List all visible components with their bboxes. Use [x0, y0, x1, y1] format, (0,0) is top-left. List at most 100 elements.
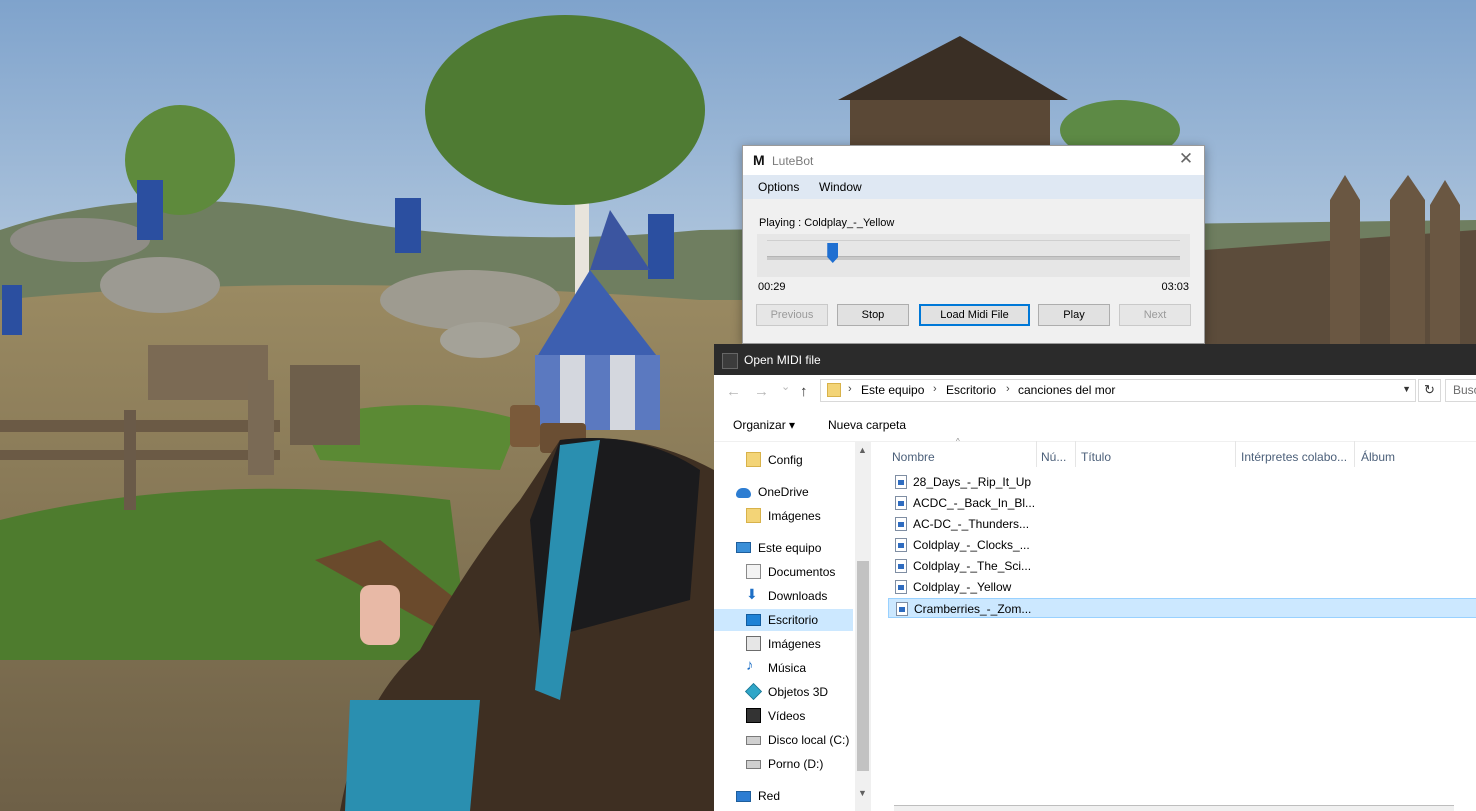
lutebot-titlebar[interactable]: M LuteBot ✕ [743, 146, 1204, 175]
nav-item-label: OneDrive [758, 485, 809, 499]
midi-file-icon [895, 517, 907, 531]
column-title[interactable]: Título [1081, 450, 1111, 464]
dialog-app-icon [722, 353, 738, 369]
nav-item[interactable]: Red [714, 785, 853, 807]
slider-thumb[interactable] [827, 243, 839, 263]
lutebot-title: LuteBot [772, 154, 814, 168]
play-button[interactable]: Play [1038, 304, 1110, 326]
lutebot-menubar: Options Window [743, 175, 1204, 199]
column-number[interactable]: Nú... [1041, 450, 1066, 464]
total-time: 03:03 [1161, 281, 1189, 293]
scroll-up-icon[interactable]: ▲ [858, 445, 867, 455]
open-midi-dialog: Open MIDI file ← → ⌄ ↑ › Este equipo › E… [714, 344, 1476, 811]
nav-item[interactable]: Documentos [714, 561, 853, 583]
forward-arrow-icon[interactable]: → [754, 383, 769, 400]
nav-item[interactable]: Vídeos [714, 705, 853, 727]
breadcrumb-este-equipo[interactable]: Este equipo [861, 383, 924, 397]
file-row[interactable]: Cramberries_-_Zom... [888, 598, 1476, 618]
nav-item[interactable]: Imágenes [714, 633, 853, 655]
nav-item-label: Documentos [768, 565, 836, 579]
nav-item[interactable]: Porno (D:) [714, 753, 853, 775]
drive-icon [746, 760, 761, 769]
desktop-icon [746, 614, 761, 626]
organize-menu[interactable]: Organizar ▾ [733, 418, 795, 432]
nav-item[interactable]: Este equipo [714, 537, 853, 559]
menu-options[interactable]: Options [758, 180, 799, 194]
search-input[interactable]: Busc [1445, 379, 1476, 402]
nav-item-label: Downloads [768, 589, 828, 603]
playback-slider[interactable] [757, 234, 1190, 277]
file-name: Coldplay_-_Yellow [913, 580, 1012, 594]
scroll-down-icon[interactable]: ▼ [858, 788, 867, 798]
recent-locations-icon[interactable]: ⌄ [781, 380, 790, 393]
nav-item[interactable]: ♪ Música [714, 657, 853, 679]
file-name: 28_Days_-_Rip_It_Up [913, 475, 1032, 489]
nav-item[interactable]: OneDrive [714, 481, 853, 503]
file-name: Cramberries_-_Zom... [914, 602, 1032, 616]
nav-item-label: Disco local (C:) [768, 733, 850, 747]
column-divider[interactable] [1036, 441, 1037, 467]
now-playing-label: Playing : Coldplay_-_Yellow [759, 217, 895, 229]
load-midi-button[interactable]: Load Midi File [919, 304, 1030, 326]
menu-window[interactable]: Window [819, 180, 862, 194]
nav-item-label: Música [768, 661, 807, 675]
nav-item[interactable]: Escritorio [714, 609, 853, 631]
up-arrow-icon[interactable]: ↑ [800, 383, 808, 400]
nav-item[interactable]: Objetos 3D [714, 681, 853, 703]
close-icon[interactable]: ✕ [1176, 149, 1196, 169]
drive-icon [746, 736, 761, 745]
new-folder-button[interactable]: Nueva carpeta [828, 418, 906, 432]
address-bar[interactable]: › Este equipo › Escritorio › canciones d… [820, 379, 1416, 402]
nav-item[interactable]: ⬇ Downloads [714, 585, 853, 607]
column-name[interactable]: Nombre [892, 450, 935, 464]
nav-item-label: Objetos 3D [768, 685, 829, 699]
network-icon [736, 791, 751, 802]
file-row[interactable]: AC-DC_-_Thunders... [888, 514, 1476, 534]
breadcrumb-escritorio[interactable]: Escritorio [946, 383, 996, 397]
file-row[interactable]: Coldplay_-_Clocks_... [888, 535, 1476, 555]
midi-file-icon [895, 580, 907, 594]
nav-item-label: Imágenes [768, 509, 821, 523]
column-album[interactable]: Álbum [1361, 450, 1395, 464]
column-artists[interactable]: Intérpretes colabo... [1241, 450, 1347, 464]
elapsed-time: 00:29 [758, 281, 786, 293]
midi-file-icon [895, 475, 907, 489]
file-row[interactable]: 28_Days_-_Rip_It_Up [888, 472, 1476, 492]
column-divider[interactable] [1235, 441, 1236, 467]
file-row[interactable]: Coldplay_-_Yellow [888, 577, 1476, 597]
dialog-titlebar[interactable]: Open MIDI file [714, 344, 1476, 375]
nav-item[interactable]: Config [714, 449, 853, 471]
back-arrow-icon[interactable]: ← [726, 383, 741, 400]
nav-item-label: Config [768, 453, 803, 467]
file-name: ACDC_-_Back_In_Bl... [913, 496, 1036, 510]
chevron-down-icon[interactable]: ▼ [1402, 384, 1411, 394]
midi-file-icon [895, 538, 907, 552]
file-row[interactable]: Coldplay_-_The_Sci... [888, 556, 1476, 576]
nav-item[interactable]: Disco local (C:) [714, 729, 853, 751]
chevron-right-icon: › [848, 383, 852, 395]
column-divider[interactable] [1075, 441, 1076, 467]
refresh-icon[interactable]: ↻ [1418, 379, 1441, 402]
horizontal-scrollbar[interactable] [894, 805, 1454, 811]
dialog-toolbar: Organizar ▾ Nueva carpeta [714, 409, 1476, 442]
midi-file-icon [895, 559, 907, 573]
download-icon: ⬇ [746, 586, 758, 602]
nav-scrollbar[interactable]: ▲ ▼ [855, 441, 871, 811]
lutebot-logo-icon: M [753, 152, 765, 168]
stop-button[interactable]: Stop [837, 304, 909, 326]
navigation-pane: Config OneDrive Imágenes Este equipo Documen… [714, 441, 871, 811]
file-row[interactable]: ACDC_-_Back_In_Bl... [888, 493, 1476, 513]
midi-file-icon [895, 496, 907, 510]
column-divider[interactable] [1354, 441, 1355, 467]
nav-item-label: Vídeos [768, 709, 806, 723]
previous-button[interactable]: Previous [756, 304, 828, 326]
cube-icon [745, 683, 762, 700]
scroll-thumb[interactable] [857, 561, 869, 771]
nav-item-label: Este equipo [758, 541, 822, 555]
cloud-icon [736, 488, 751, 498]
folder-icon [827, 383, 841, 397]
breadcrumb-current-folder[interactable]: canciones del mor [1018, 383, 1115, 397]
next-button[interactable]: Next [1119, 304, 1191, 326]
nav-item-label: Imágenes [768, 637, 821, 651]
nav-item[interactable]: Imágenes [714, 505, 853, 527]
